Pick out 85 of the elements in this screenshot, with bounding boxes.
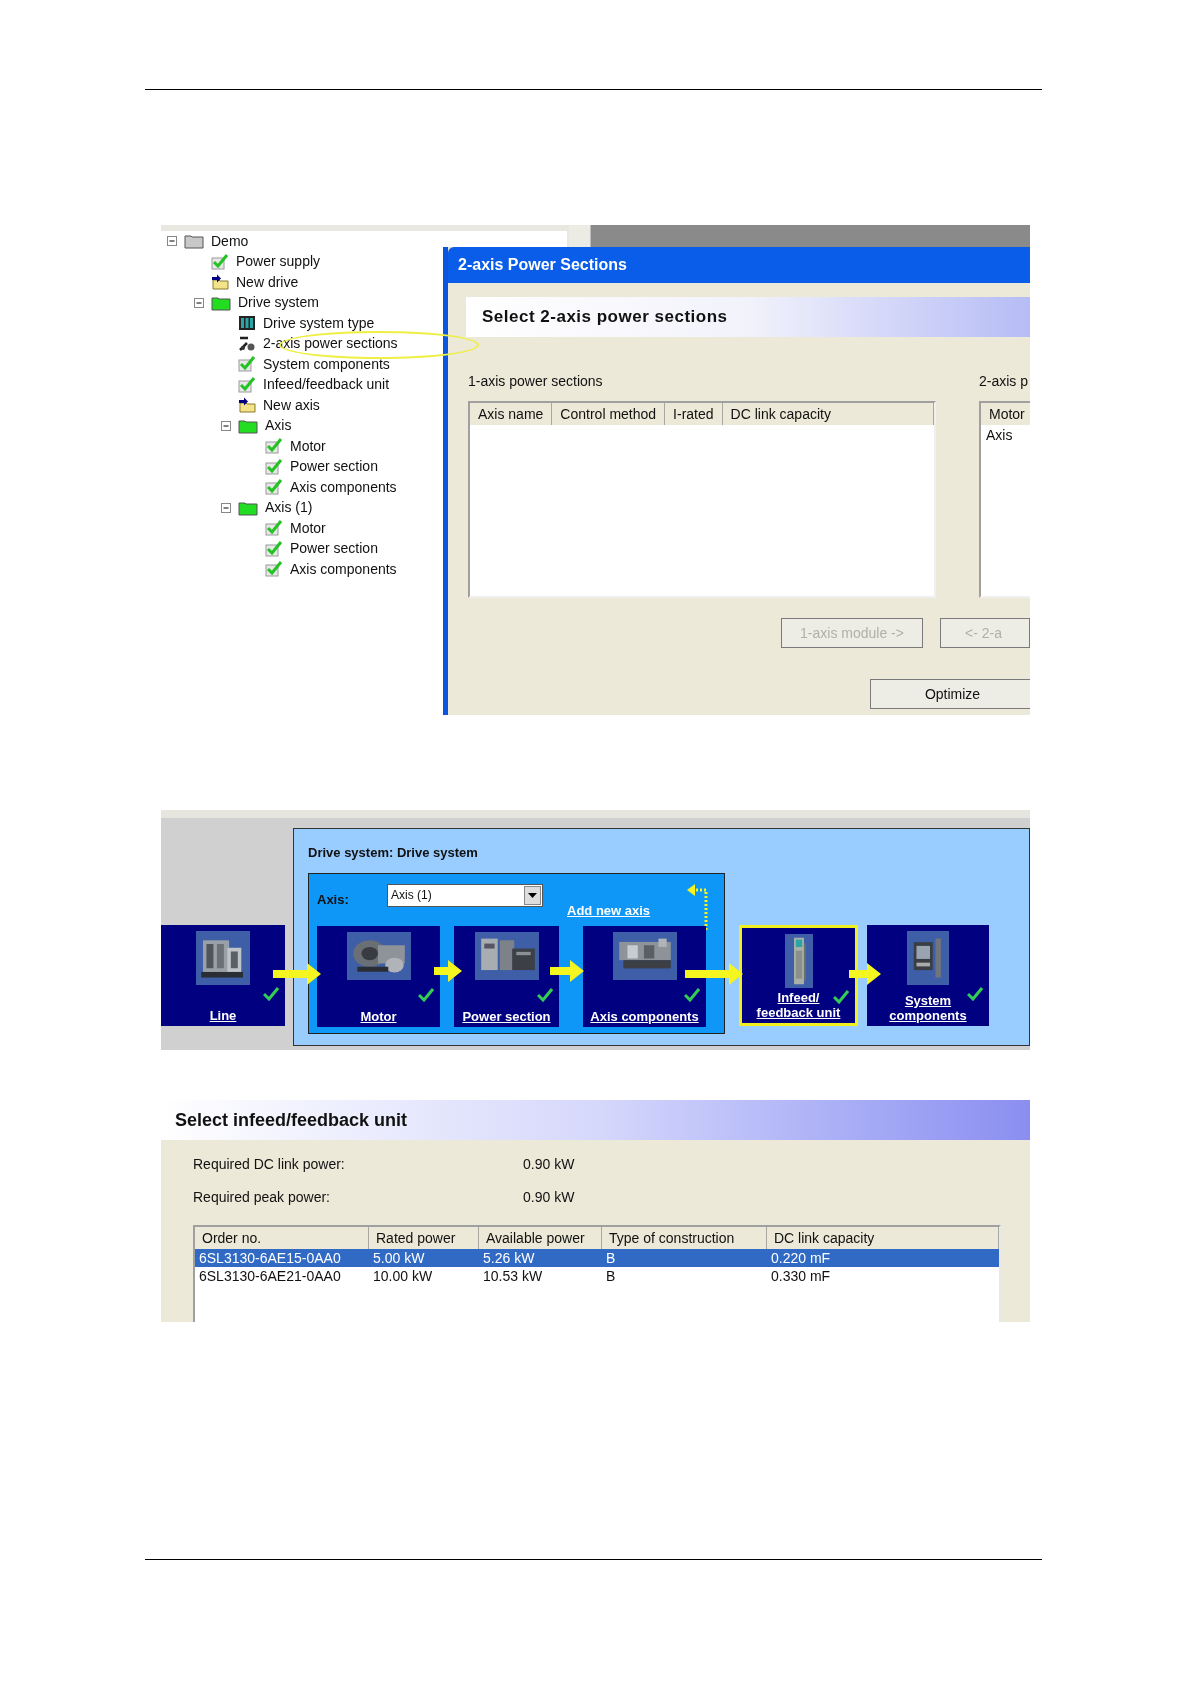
tree-item[interactable]: Axis — [265, 415, 292, 437]
folder-icon — [238, 499, 258, 516]
table-cell-text: 10.00 kW — [372, 1267, 434, 1285]
list-label: 2-axis p — [979, 372, 1030, 389]
tree-item[interactable]: Power section — [290, 538, 378, 560]
folder-arrow-icon — [238, 397, 256, 414]
tree-item[interactable]: New drive — [236, 271, 299, 293]
list-row[interactable]: Axis — [981, 425, 1030, 445]
tree-item[interactable]: Axis components — [290, 476, 397, 498]
step-tile[interactable]: Line — [161, 925, 285, 1026]
tree-item[interactable]: Drive system — [238, 292, 319, 314]
table-cell-text: 5.00 kW — [372, 1249, 426, 1267]
tree-item[interactable]: Drive system type — [263, 312, 375, 334]
tree-item[interactable]: Demo — [211, 230, 249, 252]
tree-item[interactable]: Motor — [290, 435, 326, 457]
axis-dropdown[interactable]: Axis (1) — [387, 883, 543, 907]
step-tile[interactable]: Axis components — [583, 926, 706, 1027]
collapse-toggle[interactable] — [221, 420, 231, 431]
step-tile[interactable]: Motor — [317, 926, 440, 1027]
info-label: Required DC link power: — [193, 1154, 346, 1174]
step-link[interactable]: Power section — [460, 1009, 553, 1024]
checkmark-icon — [265, 561, 283, 578]
folder-icon — [238, 417, 258, 434]
dialog-header: Select 2-axis power sections — [466, 297, 1030, 337]
tree-item[interactable]: Axis components — [290, 558, 397, 580]
table-cell-text: 0.330 mF — [770, 1267, 832, 1285]
collapse-toggle[interactable] — [194, 297, 204, 308]
step-link[interactable]: Axis components — [588, 1009, 701, 1024]
arrow-icon — [849, 963, 881, 985]
panel-title: Drive system: Drive system — [308, 844, 479, 861]
info-label: Required peak power: — [193, 1187, 331, 1207]
checkmark-icon — [265, 479, 283, 496]
list-label: 1-axis power sections — [468, 372, 604, 389]
column-header[interactable]: I-rated — [665, 403, 723, 425]
tree-item[interactable]: Axis (1) — [265, 497, 313, 519]
table-cell-text: 6SL3130-6AE21-0AA0 — [198, 1267, 342, 1285]
table-row[interactable]: 6SL3130-6AE15-0AA0 5.00 kW 5.26 kW B 0.220 mF — [195, 1249, 999, 1267]
table-cell-text: 10.53 kW — [482, 1267, 544, 1285]
arrow-icon — [550, 959, 584, 982]
arrow-icon — [685, 963, 743, 985]
tree-item[interactable]: Power supply — [236, 251, 321, 273]
checkmark-icon — [265, 540, 283, 557]
collapse-toggle[interactable] — [221, 502, 231, 513]
checkmark-icon — [238, 356, 256, 373]
step-tile[interactable]: Power section — [454, 926, 559, 1027]
checkmark-icon — [265, 438, 283, 455]
step-link[interactable]: Motor — [358, 1009, 399, 1024]
arrow-icon — [273, 963, 321, 985]
step-tile[interactable]: Infeed/ feedback unit — [739, 925, 858, 1026]
folder-icon — [211, 294, 231, 311]
table-cell-text: 6SL3130-6AE15-0AA0 — [198, 1249, 342, 1267]
column-header[interactable]: Motor — [981, 403, 1030, 425]
section-header: Select infeed/feedback unit — [161, 1100, 1030, 1140]
column-header[interactable]: DC link capacity — [722, 403, 934, 425]
info-value: 0.90 kW — [523, 1154, 575, 1174]
checkmark-icon — [211, 253, 229, 270]
table-row[interactable]: 6SL3130-6AE21-0AA0 10.00 kW 10.53 kW B 0.330 mF — [195, 1267, 999, 1285]
table-cell-text: 0.220 mF — [770, 1249, 832, 1267]
collapse-toggle[interactable] — [167, 236, 177, 247]
arrow-icon — [434, 959, 462, 982]
step-link[interactable]: System components — [884, 993, 972, 1023]
column-header[interactable]: Axis name — [470, 403, 553, 425]
step-link[interactable]: Line — [207, 1008, 239, 1023]
step-link[interactable]: Infeed/ feedback unit — [754, 990, 843, 1020]
folder-icon — [184, 233, 204, 250]
dialog-title: 2-axis Power Sections — [448, 247, 1030, 283]
folder-arrow-icon — [211, 274, 229, 291]
axis-label: Axis: — [317, 891, 350, 910]
dialog-button[interactable]: Optimize — [870, 679, 1030, 709]
checkmark-icon — [265, 520, 283, 537]
checkmark-icon — [238, 376, 256, 393]
tree-item[interactable]: Motor — [290, 517, 326, 539]
tree-item[interactable]: Infeed/feedback unit — [263, 374, 390, 396]
tree-item[interactable]: New axis — [263, 394, 320, 416]
checkmark-icon — [265, 458, 283, 475]
table-cell-text: B — [605, 1249, 617, 1267]
tree-item[interactable]: System components — [263, 353, 390, 375]
column-header[interactable]: Control method — [552, 403, 666, 425]
tree-item[interactable]: Power section — [290, 456, 378, 478]
step-tile[interactable]: System components — [867, 925, 989, 1026]
table-cell-text: B — [605, 1267, 617, 1285]
cabinet-icon — [238, 315, 256, 332]
info-value: 0.90 kW — [523, 1187, 575, 1207]
table-cell-text: 5.26 kW — [482, 1249, 536, 1267]
wrench-icon — [238, 335, 256, 352]
